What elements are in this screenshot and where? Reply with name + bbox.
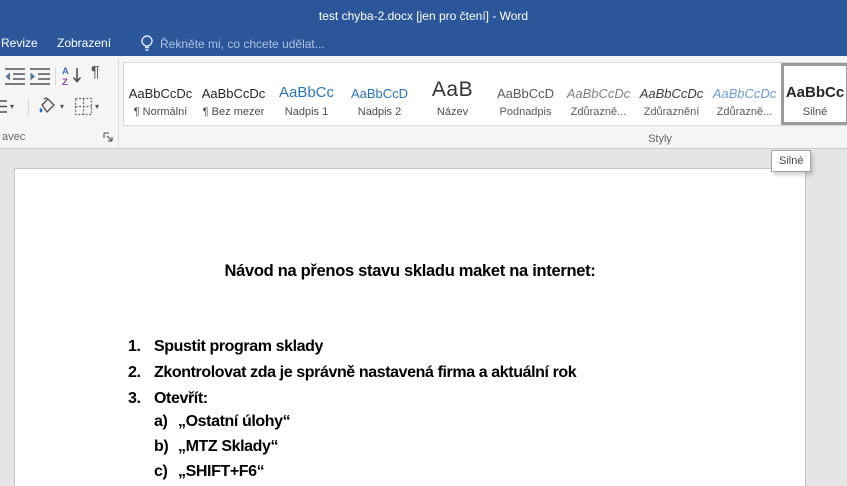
styles-gallery: AaBbCcDc ¶ Normální AaBbCcDc ¶ Bez mezer… bbox=[123, 62, 847, 126]
styles-group-label: Styly bbox=[610, 133, 710, 145]
tab-revize[interactable]: Revize bbox=[1, 36, 38, 50]
tell-me-box[interactable]: Řekněte mi, co chcete udělat... bbox=[140, 34, 325, 53]
style-sample: AaBbCcDc bbox=[713, 72, 777, 100]
style-normalni[interactable]: AaBbCcDc ¶ Normální bbox=[124, 63, 197, 125]
style-sample: AaBbCcDc bbox=[640, 72, 704, 100]
style-zdurazne-jemne[interactable]: AaBbCcDc Zdůrazně... bbox=[562, 63, 635, 125]
style-sample: AaBbCcD bbox=[497, 72, 554, 100]
shading-bucket-icon bbox=[36, 96, 58, 116]
style-silne[interactable]: AaBbCc Silné bbox=[781, 63, 847, 125]
list-text: Spustit program sklady bbox=[154, 338, 323, 356]
ribbon-tab-row: Revize Zobrazení Řekněte mi, co chcete u… bbox=[0, 32, 847, 56]
borders-button[interactable]: ▾ bbox=[74, 97, 99, 116]
style-nazev[interactable]: AaB Název bbox=[416, 63, 489, 125]
decrease-indent-button[interactable] bbox=[4, 66, 26, 85]
document-heading: Návod na přenos stavu skladu maket na in… bbox=[15, 262, 805, 281]
paragraph-dialog-launcher[interactable] bbox=[103, 132, 114, 143]
list-marker: 1. bbox=[128, 338, 141, 356]
style-sample: AaBbCcD bbox=[351, 72, 408, 100]
tab-zobrazeni[interactable]: Zobrazení bbox=[57, 36, 111, 50]
tooltip: Silné bbox=[771, 150, 811, 172]
style-sample: AaBbCc bbox=[786, 72, 844, 100]
line-spacing-icon bbox=[0, 97, 8, 116]
chevron-down-icon: ▾ bbox=[60, 102, 64, 111]
style-podnadpis[interactable]: AaBbCcD Podnadpis bbox=[489, 63, 562, 125]
style-sample: AaBbCc bbox=[279, 72, 334, 100]
style-sample: AaBbCcDc bbox=[567, 72, 631, 100]
toolbar-divider bbox=[55, 68, 56, 86]
style-zdurazneni[interactable]: AaBbCcDc Zdůraznění bbox=[635, 63, 708, 125]
list-marker: c) bbox=[154, 463, 167, 481]
style-sample: AaB bbox=[432, 72, 473, 100]
style-label: Zdůrazně... bbox=[717, 106, 773, 118]
list-marker: 2. bbox=[128, 364, 141, 382]
paragraph-group-label: avec bbox=[2, 131, 25, 143]
list-text: „Ostatní úlohy“ bbox=[178, 413, 290, 431]
line-spacing-button[interactable]: ▾ bbox=[0, 97, 14, 116]
list-text: „MTZ Sklady“ bbox=[178, 438, 278, 456]
style-label: Silné bbox=[803, 106, 827, 118]
list-text: Zkontrolovat zda je správně nastavená fi… bbox=[154, 364, 576, 382]
style-zdurazne-intenzivni[interactable]: AaBbCcDc Zdůrazně... bbox=[708, 63, 781, 125]
window-title: test chyba-2.docx [jen pro čtení] - Word bbox=[319, 9, 528, 23]
sort-button[interactable]: A Z bbox=[61, 65, 85, 86]
toolbar-divider bbox=[28, 98, 29, 116]
style-nadpis-1[interactable]: AaBbCc Nadpis 1 bbox=[270, 63, 343, 125]
increase-indent-icon bbox=[29, 66, 51, 85]
increase-indent-button[interactable] bbox=[29, 66, 51, 85]
list-text: „SHIFT+F6“ bbox=[178, 463, 264, 481]
style-nadpis-2[interactable]: AaBbCcD Nadpis 2 bbox=[343, 63, 416, 125]
style-label: ¶ Normální bbox=[134, 106, 188, 118]
lightbulb-icon bbox=[140, 34, 154, 53]
style-label: Nadpis 1 bbox=[285, 106, 328, 118]
title-bar: test chyba-2.docx [jen pro čtení] - Word bbox=[0, 0, 847, 32]
style-label: Zdůrazně... bbox=[571, 106, 627, 118]
list-text: Otevřít: bbox=[154, 390, 208, 408]
style-label: ¶ Bez mezer bbox=[203, 106, 265, 118]
ribbon: A Z ¶ ▾ bbox=[0, 56, 847, 149]
sort-icon: A Z bbox=[61, 65, 85, 86]
style-bez-mezer[interactable]: AaBbCcDc ¶ Bez mezer bbox=[197, 63, 270, 125]
document-page[interactable]: Návod na přenos stavu skladu maket na in… bbox=[14, 168, 806, 486]
style-label: Nadpis 2 bbox=[358, 106, 401, 118]
group-divider bbox=[118, 58, 119, 146]
tell-me-label: Řekněte mi, co chcete udělat... bbox=[160, 37, 325, 51]
list-marker: a) bbox=[154, 413, 167, 431]
chevron-down-icon: ▾ bbox=[10, 102, 14, 111]
pilcrow-icon: ¶ bbox=[91, 64, 100, 82]
shading-button[interactable]: ▾ bbox=[36, 96, 64, 116]
list-marker: b) bbox=[154, 438, 168, 456]
style-sample: AaBbCcDc bbox=[129, 72, 193, 100]
chevron-down-icon: ▾ bbox=[95, 102, 99, 111]
style-label: Zdůraznění bbox=[644, 106, 700, 118]
svg-text:A: A bbox=[62, 66, 69, 77]
borders-icon bbox=[74, 97, 93, 116]
style-label: Podnadpis bbox=[500, 106, 552, 118]
style-sample: AaBbCcDc bbox=[202, 72, 266, 100]
list-marker: 3. bbox=[128, 390, 141, 408]
svg-text:Z: Z bbox=[62, 77, 68, 86]
show-formatting-button[interactable]: ¶ bbox=[91, 64, 100, 82]
style-label: Název bbox=[437, 106, 468, 118]
decrease-indent-icon bbox=[4, 66, 26, 85]
document-area: Návod na přenos stavu skladu maket na in… bbox=[0, 149, 847, 485]
